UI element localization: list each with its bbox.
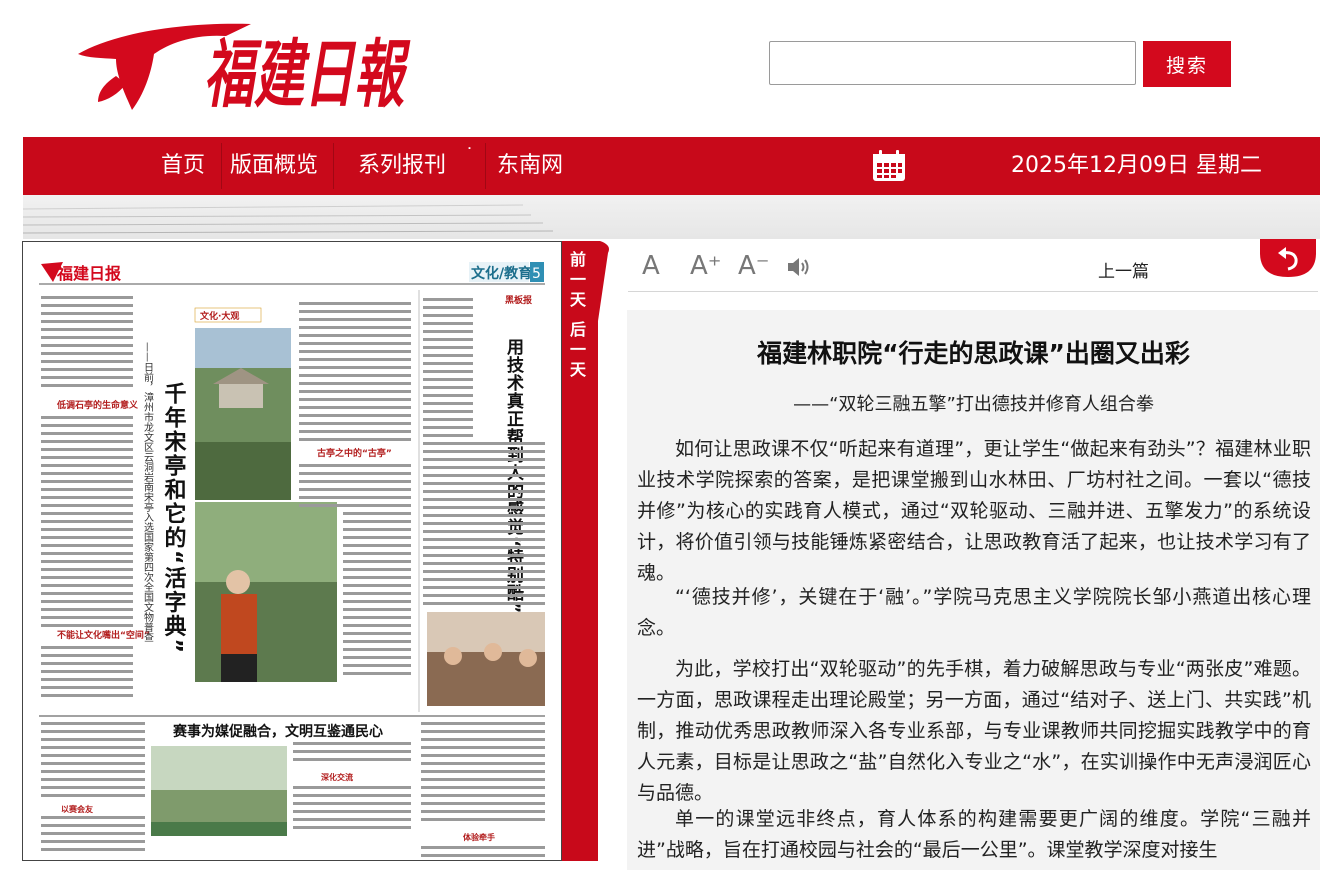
newspaper-page-layout: 福建日报 文化/教育 5 低调石亭的生命意义 不能让文化嘴出“空间” 文化·大观…	[39, 260, 545, 857]
newspaper-headline: 千年宋亭和它的“活字典”	[161, 382, 187, 655]
bottom-sub-3: 体验牵手	[463, 832, 495, 842]
calendar-icon	[873, 150, 905, 181]
next-day-char[interactable]: 天	[565, 354, 591, 386]
page-number: 5	[532, 266, 541, 282]
current-date: 2025年12月09日 星期二	[1011, 153, 1262, 178]
nav-page-overview[interactable]: 版面概览	[230, 137, 318, 195]
article-subtitle: ——“双轮三融五擎”打出德技并修育人组合拳	[793, 394, 1154, 415]
newspaper-page-image[interactable]: 福建日报 文化/教育 5 低调石亭的生命意义 不能让文化嘴出“空间” 文化·大观…	[22, 241, 562, 861]
paper-stack-lines	[22, 204, 554, 234]
nav-southeast-net[interactable]: 东南网	[497, 137, 563, 195]
prev-day-char[interactable]: 天	[565, 284, 591, 316]
article-paragraph: 单一的课堂远非终点，育人体系的构建需要更广阔的维度。学院“三融并进”战略，旨在打…	[637, 808, 1311, 861]
right-column-tag: 黑板报	[505, 294, 532, 306]
masthead-text: 福建日报	[56, 264, 121, 283]
font-size-decrease-button[interactable]: A⁻	[738, 251, 770, 281]
nav-separator	[333, 143, 334, 189]
right-column-text	[423, 298, 545, 605]
font-size-normal-button[interactable]: A	[642, 251, 660, 281]
article-toolbar: A A⁺ A⁻	[628, 245, 1318, 292]
bottom-sub-2: 以赛会友	[61, 804, 93, 814]
fujian-daily-logo[interactable]: 福建日報	[76, 14, 416, 114]
article-content: 福建林职院“行走的思政课”出圈又出彩 ——“双轮三融五擎”打出德技并修育人组合拳…	[627, 310, 1320, 870]
bottom-headline: 赛事为媒促融合，文明互鉴通民心	[172, 723, 383, 740]
article-paragraph: 为此，学校打出“双轮驱动”的先手棋，着力破解思政与专业“两张皮”难题。一方面，思…	[637, 658, 1311, 804]
font-size-increase-button[interactable]: A⁺	[690, 251, 722, 281]
newspaper-subheadline: ——日前，漳州市龙文区云洞岩南宋亭入选国家第四次全国文物普查	[142, 342, 154, 642]
article-paragraph: “‘德技并修’，关键在于‘融’。”学院马克思主义学院院长邹小燕道出核心理念。	[637, 586, 1311, 639]
nav-separator	[485, 143, 486, 189]
article-title: 福建林职院“行走的思政课”出圈又出彩	[757, 339, 1190, 368]
search-input[interactable]	[769, 41, 1136, 85]
section-title-1: 低调石亭的生命意义	[56, 399, 139, 411]
section-label: 文化/教育	[471, 265, 532, 282]
section-title-2: 古亭之中的“古亭”	[317, 447, 392, 459]
article-paragraph: 如何让思政课不仅“听起来有道理”，更让学生“做起来有劲头”？福建林业职业技术学院…	[637, 438, 1311, 584]
nav-separator	[221, 143, 222, 189]
nav-home[interactable]: 首页	[161, 137, 205, 195]
paper-stack-decoration	[22, 195, 1320, 239]
back-button[interactable]	[1258, 239, 1318, 277]
logo-text: 福建日報	[204, 32, 411, 114]
section-title-3: 不能让文化嘴出“空间”	[57, 629, 150, 641]
bottom-sub-1: 深化交流	[321, 772, 353, 782]
main-nav-bar: 首页 版面概览 系列报刊 ˙ 东南网 2025年12月09日 星期二	[23, 137, 1320, 195]
column-label: 文化·大观	[199, 310, 239, 322]
search-button[interactable]: 搜索	[1143, 41, 1231, 87]
previous-article-link[interactable]: 上一篇	[1098, 257, 1149, 282]
nav-series-publications[interactable]: 系列报刊	[358, 137, 446, 195]
chevron-down-icon[interactable]: ˙	[465, 127, 474, 185]
speaker-icon[interactable]	[786, 255, 812, 279]
